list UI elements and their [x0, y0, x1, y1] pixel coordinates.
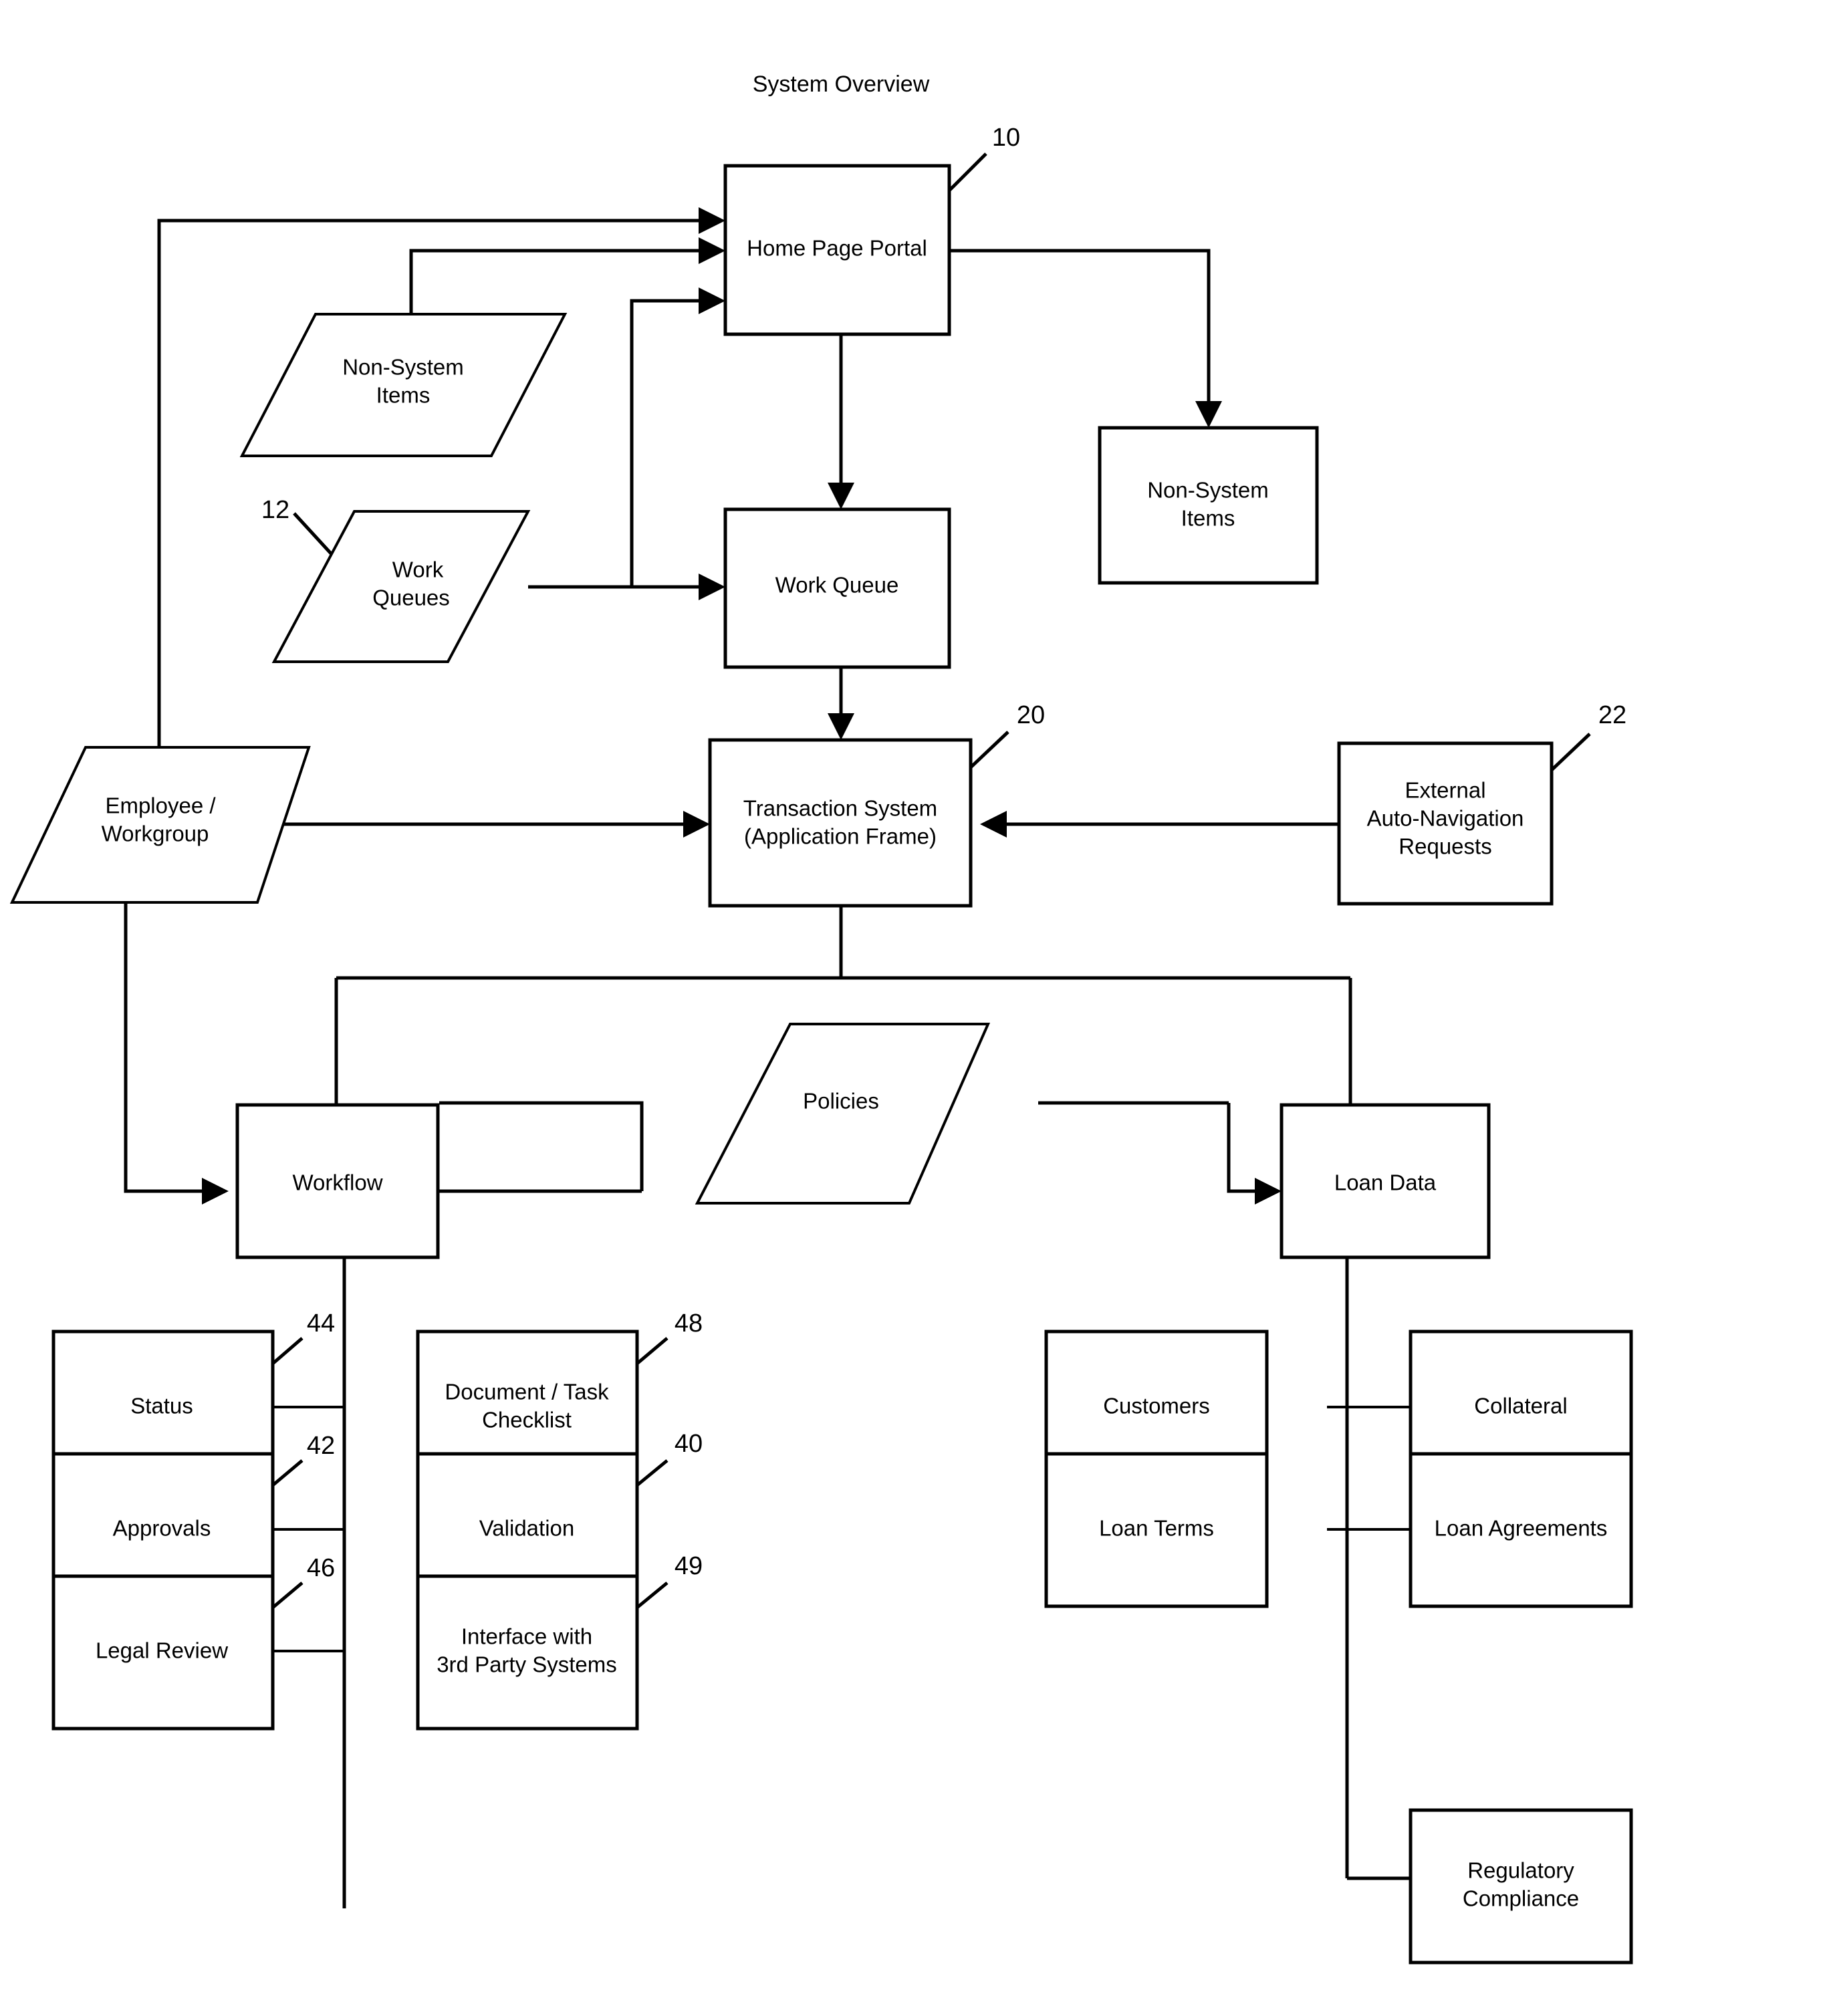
document-task-checklist-ref: 48 [675, 1309, 703, 1338]
validation-ref: 40 [675, 1430, 703, 1458]
connector-employee-to-workflow [124, 892, 221, 1193]
arrowhead-workqueue-to-transaction [828, 713, 854, 740]
loan-data-label: Loan Data [1334, 1170, 1437, 1195]
node-work-queue[interactable]: Work Queue [723, 507, 951, 669]
node-legal-review[interactable]: Legal Review 46 [51, 1554, 335, 1731]
interface-3rd-party-label-line1: Interface with [461, 1624, 592, 1649]
node-loan-terms[interactable]: Loan Terms [1044, 1452, 1269, 1608]
arrowhead-home-portal-to-workqueue [828, 483, 854, 509]
node-non-system-items-left[interactable]: Non-System Items [239, 313, 568, 457]
home-page-portal-leader-line [948, 152, 987, 192]
policies-label: Policies [803, 1089, 879, 1114]
regulatory-compliance-label-line1: Regulatory [1467, 1858, 1574, 1883]
node-loan-data[interactable]: Loan Data [1280, 1103, 1491, 1259]
arrowhead-home-portal-to-nonsystem-right [1195, 401, 1222, 428]
document-task-checklist-leader-line [636, 1337, 669, 1365]
system-overview-diagram: System Overview Home Page Portal 10 Non-… [0, 0, 1821, 2016]
home-page-portal-label: Home Page Portal [747, 236, 927, 261]
arrowhead-employee-to-workflow [202, 1178, 229, 1205]
document-task-checklist-label-line1: Document / Task [445, 1380, 609, 1404]
connector-policies-to-workflow [439, 1101, 644, 1191]
node-policies[interactable]: Policies [695, 1023, 991, 1205]
validation-leader-line [636, 1459, 669, 1487]
node-workflow[interactable]: Workflow [235, 1103, 440, 1259]
node-external-auto-navigation[interactable]: External Auto-Navigation Requests 22 [1337, 701, 1626, 906]
connector-workqueues-to-home-portal [528, 299, 719, 589]
external-auto-navigation-label-line3: Requests [1399, 834, 1491, 859]
arrowhead-employee-to-home-portal [699, 207, 725, 234]
page-title: System Overview [753, 72, 930, 97]
transaction-system-box[interactable] [708, 738, 973, 908]
workflow-label: Workflow [292, 1170, 382, 1195]
external-auto-navigation-ref: 22 [1598, 701, 1626, 729]
legal-review-ref: 46 [307, 1554, 335, 1582]
node-non-system-items-right[interactable]: Non-System Items [1098, 426, 1319, 585]
document-task-checklist-label-line2: Checklist [482, 1408, 572, 1432]
regulatory-compliance-label-line2: Compliance [1463, 1886, 1579, 1911]
node-transaction-system[interactable]: Transaction System (Application Frame) 2… [708, 701, 1045, 908]
connector-policies-to-loan-data [1227, 1103, 1273, 1193]
external-auto-navigation-label-line1: External [1405, 778, 1485, 803]
status-leader-line [271, 1337, 304, 1365]
non-system-items-left-label-line1: Non-System [342, 355, 464, 380]
policies-shape[interactable] [695, 1023, 991, 1205]
status-label: Status [130, 1394, 193, 1418]
work-queue-label: Work Queue [775, 573, 899, 598]
transaction-system-label-line1: Transaction System [743, 796, 937, 821]
node-employee-workgroup[interactable]: Employee / Workgroup [9, 746, 311, 904]
arrowhead-workqueues-to-home-portal [699, 287, 725, 314]
connector-home-portal-to-nonsystem-right [949, 249, 1211, 420]
node-interface-3rd-party[interactable]: Interface with 3rd Party Systems 49 [416, 1552, 703, 1731]
approvals-ref: 42 [307, 1432, 335, 1460]
interface-3rd-party-label-line2: 3rd Party Systems [437, 1652, 617, 1677]
approvals-leader-line [271, 1459, 304, 1487]
arrowhead-employee-to-transaction [683, 811, 710, 838]
external-auto-navigation-leader-line [1550, 733, 1591, 771]
approvals-label: Approvals [113, 1516, 211, 1541]
customers-label: Customers [1103, 1394, 1210, 1418]
non-system-items-left-label-line2: Items [376, 383, 431, 408]
node-home-page-portal[interactable]: Home Page Portal 10 [723, 124, 1020, 336]
arrowhead-workqueues-to-workqueue [699, 574, 725, 600]
non-system-items-right-label-line2: Items [1181, 506, 1235, 531]
work-queues-label-line2: Queues [372, 586, 450, 610]
legal-review-leader-line [271, 1582, 304, 1609]
loan-agreements-label: Loan Agreements [1435, 1516, 1608, 1541]
transaction-system-ref: 20 [1017, 701, 1045, 729]
node-regulatory-compliance[interactable]: Regulatory Compliance [1409, 1808, 1633, 1965]
status-ref: 44 [307, 1309, 335, 1338]
work-queues-label-line1: Work [392, 557, 444, 582]
collateral-label: Collateral [1474, 1394, 1567, 1418]
home-page-portal-ref: 10 [992, 124, 1020, 152]
node-loan-agreements[interactable]: Loan Agreements [1409, 1452, 1633, 1608]
arrowhead-policies-to-loan-data [1255, 1178, 1282, 1205]
non-system-items-right-label-line1: Non-System [1147, 478, 1269, 503]
arrowhead-nonsystem-to-home-portal [699, 237, 725, 264]
connector-nonsystem-to-home-portal [409, 249, 719, 314]
interface-3rd-party-leader-line [636, 1582, 669, 1609]
employee-workgroup-label-line2: Workgroup [102, 822, 209, 846]
node-work-queues[interactable]: Work Queues 12 [261, 496, 531, 663]
transaction-system-leader-line [969, 731, 1009, 769]
external-auto-navigation-label-line2: Auto-Navigation [1367, 806, 1524, 831]
interface-3rd-party-ref: 49 [675, 1552, 703, 1580]
loan-terms-label: Loan Terms [1099, 1516, 1214, 1541]
validation-label: Validation [479, 1516, 575, 1541]
legal-review-label: Legal Review [96, 1638, 228, 1663]
arrowhead-external-to-transaction [980, 811, 1007, 838]
work-queues-leader-line [293, 512, 332, 555]
work-queues-ref: 12 [261, 496, 289, 524]
transaction-system-label-line2: (Application Frame) [744, 824, 937, 849]
employee-workgroup-label-line1: Employee / [105, 793, 216, 818]
